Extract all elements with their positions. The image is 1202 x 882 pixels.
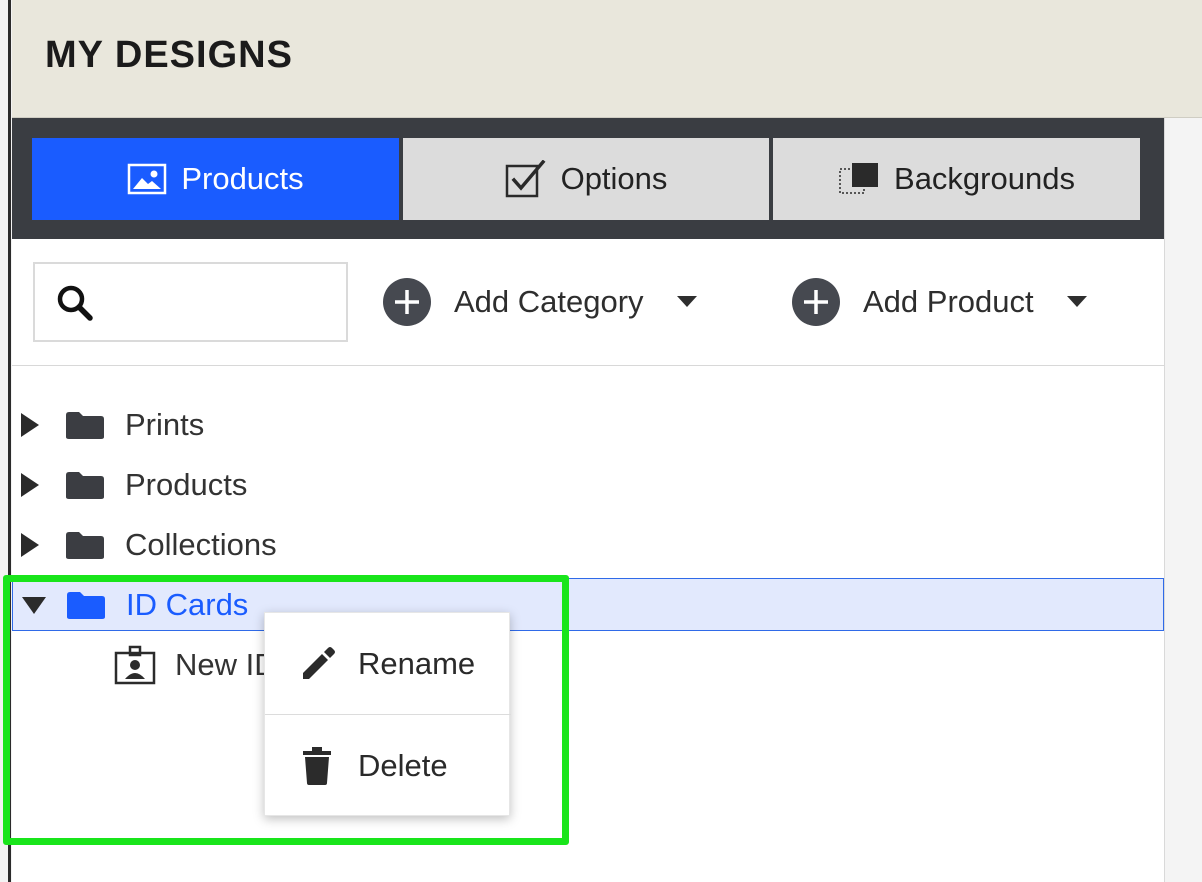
folder-icon (66, 472, 104, 499)
tab-options[interactable]: Options (403, 138, 769, 220)
delete-label: Delete (358, 747, 448, 783)
caret-right-icon[interactable] (19, 471, 41, 499)
checkbox-icon (505, 160, 546, 198)
tree-item-label: ID Cards (126, 586, 249, 622)
layers-icon (839, 163, 879, 194)
plus-circle-icon (792, 278, 840, 326)
trash-icon (303, 746, 331, 785)
folder-open-icon (67, 591, 105, 619)
plus-circle-icon (383, 278, 431, 326)
caret-down-icon[interactable] (1066, 295, 1088, 309)
add-product-button[interactable]: Add Product (791, 277, 1088, 327)
tree-item-label: New ID (175, 647, 277, 682)
search-input[interactable] (105, 274, 335, 330)
id-badge-icon (114, 645, 156, 685)
toolbar: Add Category Add Product (12, 239, 1164, 366)
add-product-label: Add Product (863, 284, 1034, 319)
window-edge (0, 0, 12, 882)
tab-options-label: Options (560, 161, 668, 196)
tree-item-label: Prints (125, 407, 205, 442)
caret-right-icon[interactable] (19, 411, 41, 439)
tree-item-label: Products (125, 467, 248, 502)
tab-products-label: Products (181, 161, 304, 196)
tab-backgrounds-label: Backgrounds (894, 161, 1075, 196)
tree-item-prints[interactable]: Prints (12, 399, 1164, 451)
tab-backgrounds[interactable]: Backgrounds (773, 138, 1140, 220)
tree-item-id-cards[interactable]: ID Cards (12, 578, 1164, 631)
tree-item-collections[interactable]: Collections (12, 519, 1164, 571)
context-menu: Rename Delete (264, 612, 511, 816)
app-window: MY DESIGNS Products Options Backgrounds (0, 0, 1202, 882)
add-category-label: Add Category (454, 284, 644, 319)
caret-down-icon[interactable] (20, 594, 48, 616)
folder-icon (66, 412, 104, 439)
caret-down-icon[interactable] (676, 295, 698, 309)
tree-item-label: Collections (125, 527, 277, 562)
caret-right-icon[interactable] (19, 531, 41, 559)
rename-menu-item[interactable]: Rename (265, 613, 511, 714)
window-edge-line (8, 0, 11, 882)
delete-menu-item[interactable]: Delete (265, 715, 511, 816)
folder-icon (66, 532, 104, 559)
rename-label: Rename (358, 645, 476, 681)
tab-products[interactable]: Products (32, 138, 399, 220)
page-title: MY DESIGNS (45, 34, 293, 76)
image-icon (128, 163, 167, 195)
add-category-button[interactable]: Add Category (382, 277, 698, 327)
tree-item-products[interactable]: Products (12, 459, 1164, 511)
right-gutter (1164, 118, 1202, 882)
tab-bar: Products Options Backgrounds (12, 118, 1164, 239)
page-header: MY DESIGNS (12, 0, 1202, 118)
search-box[interactable] (33, 262, 348, 342)
search-icon (57, 285, 93, 321)
pencil-icon (303, 646, 335, 679)
tree-item-new-id[interactable]: New ID (12, 639, 1164, 691)
